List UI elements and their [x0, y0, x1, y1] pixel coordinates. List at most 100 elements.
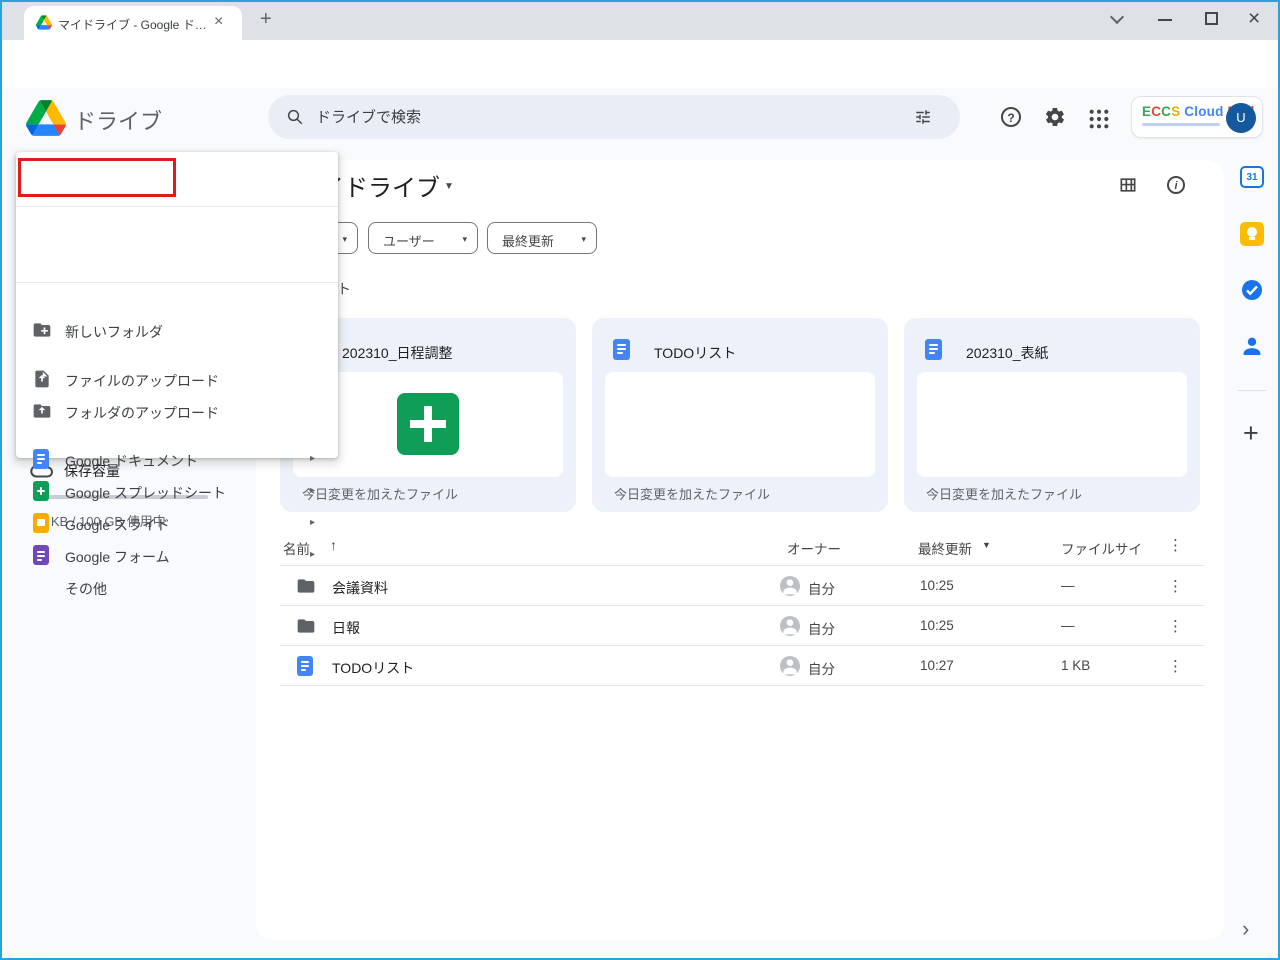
column-header-modified[interactable]: 最終更新: [918, 538, 972, 558]
apps-grid-icon[interactable]: [1088, 108, 1110, 130]
file-name: 会議資料: [332, 578, 388, 598]
chevron-down-icon: ▾: [462, 234, 467, 245]
contacts-icon[interactable]: [1240, 334, 1264, 358]
folder-icon: [296, 616, 316, 636]
chip-label: ユーザー: [383, 231, 435, 250]
drive-logo-icon[interactable]: [26, 100, 66, 136]
owner-avatar-icon: [780, 576, 800, 596]
keep-icon[interactable]: [1240, 222, 1264, 246]
column-header-name[interactable]: 名前: [283, 538, 310, 558]
browser-toolbar: drive.google.com/drive/my-drive U ⋮: [0, 40, 1280, 88]
menu-item-label: Google スプレッドシート: [65, 483, 226, 503]
folder-upload-icon: [32, 401, 52, 421]
info-icon[interactable]: i: [1167, 176, 1185, 194]
submenu-arrow-icon: ▸: [310, 517, 315, 528]
new-menu: 新しいフォルダ ファイルのアップロード フォルダのアップロード Google ド…: [16, 152, 338, 458]
card-footer: 今日変更を加えたファイル: [926, 484, 1082, 503]
tasks-icon[interactable]: [1240, 278, 1264, 302]
search-input[interactable]: [316, 105, 856, 129]
card-preview: [917, 372, 1187, 477]
drive-logo-text: ドライブ: [74, 104, 162, 136]
settings-gear-icon[interactable]: [1044, 106, 1066, 128]
suggested-card[interactable]: 202310_表紙 今日変更を加えたファイル: [904, 318, 1200, 512]
badge-letter: E: [1142, 104, 1151, 119]
sort-ascending-icon[interactable]: ↑: [330, 537, 337, 553]
file-size: —: [1061, 618, 1075, 633]
owner-name: 自分: [808, 578, 835, 598]
docs-file-icon: [613, 339, 630, 360]
owner-name: 自分: [808, 618, 835, 638]
menu-item-label: フォルダのアップロード: [65, 403, 219, 423]
sheets-thumbnail-icon: [397, 393, 459, 455]
annotation-highlight-box: [18, 158, 176, 197]
card-title: TODOリスト: [654, 343, 736, 363]
page-title-caret-icon[interactable]: ▼: [444, 181, 454, 192]
submenu-arrow-icon: ▸: [310, 485, 315, 496]
card-footer: 今日変更を加えたファイル: [614, 484, 770, 503]
row-kebab-icon[interactable]: ⋮: [1168, 617, 1183, 635]
owner-avatar-icon: [780, 656, 800, 676]
account-badge[interactable]: ECCS Cloud Mail U: [1131, 96, 1263, 138]
title-bar: マイドライブ - Google ドライブ × + ×: [0, 0, 1280, 40]
new-folder-icon: [32, 320, 52, 340]
file-upload-icon: [32, 369, 52, 389]
suggested-card[interactable]: TODOリスト 今日変更を加えたファイル: [592, 318, 888, 512]
badge-letter: S: [1171, 104, 1180, 119]
chevron-down-icon: ▾: [342, 234, 347, 245]
slides-icon: [33, 513, 49, 533]
tab-title: マイドライブ - Google ドライブ: [58, 16, 208, 33]
card-title: 202310_日程調整: [342, 343, 453, 363]
divider: [280, 685, 1204, 686]
expand-side-panel-chevron-icon[interactable]: ›: [1242, 916, 1249, 942]
file-name: TODOリスト: [332, 658, 414, 678]
drive-search-bar[interactable]: [268, 95, 960, 139]
docs-file-icon: [925, 339, 942, 360]
menu-item-label: その他: [65, 579, 107, 599]
modified-time: 10:27: [920, 658, 954, 673]
column-header-size[interactable]: ファイルサイ: [1061, 538, 1142, 558]
search-icon: [286, 108, 304, 126]
badge-letter: C: [1161, 104, 1171, 119]
submenu-arrow-icon: ▸: [310, 581, 315, 592]
filter-chip-modified[interactable]: 最終更新 ▾: [487, 222, 597, 254]
tab-close-icon[interactable]: ×: [214, 13, 223, 31]
search-options-icon[interactable]: [914, 108, 932, 126]
grid-view-toggle-icon[interactable]: [1118, 175, 1138, 195]
sort-descending-icon[interactable]: ▼: [982, 540, 991, 550]
tab-search-chevron-icon[interactable]: [1110, 10, 1124, 24]
owner-avatar-icon: [780, 616, 800, 636]
add-side-panel-app-button[interactable]: +: [1243, 418, 1259, 449]
account-avatar[interactable]: U: [1226, 103, 1256, 133]
modified-time: 10:25: [920, 618, 954, 633]
submenu-arrow-icon: ▸: [310, 549, 315, 560]
file-name: 日報: [332, 618, 360, 638]
submenu-arrow-icon: ▸: [310, 453, 315, 464]
window-minimize-button[interactable]: [1158, 19, 1172, 21]
filter-chip-people[interactable]: ユーザー ▾: [368, 222, 478, 254]
row-kebab-icon[interactable]: ⋮: [1168, 657, 1183, 675]
divider: [280, 605, 1204, 606]
row-kebab-icon[interactable]: ⋮: [1168, 577, 1183, 595]
file-size: 1 KB: [1061, 658, 1090, 673]
menu-item-label: Google フォーム: [65, 547, 170, 567]
badge-subtext-line: [1142, 123, 1220, 126]
menu-item-label: Google スライド: [65, 515, 170, 535]
divider: [1238, 390, 1266, 391]
menu-item-label: ファイルのアップロード: [65, 371, 219, 391]
table-options-kebab-icon[interactable]: ⋮: [1168, 536, 1183, 554]
divider: [16, 206, 338, 207]
chevron-down-icon: ▾: [581, 234, 586, 245]
drive-favicon-icon: [36, 15, 52, 30]
owner-name: 自分: [808, 658, 835, 678]
window-close-button[interactable]: ×: [1248, 7, 1260, 31]
browser-window: マイドライブ - Google ドライブ × + × drive.google.…: [0, 0, 1280, 960]
calendar-icon[interactable]: 31: [1240, 166, 1264, 188]
docs-icon: [33, 449, 49, 469]
column-header-owner[interactable]: オーナー: [787, 538, 841, 558]
browser-tab[interactable]: マイドライブ - Google ドライブ ×: [24, 6, 242, 40]
new-tab-button[interactable]: +: [260, 8, 272, 31]
file-size: —: [1061, 578, 1075, 593]
chip-label: 最終更新: [502, 231, 554, 250]
help-icon[interactable]: ?: [1001, 107, 1021, 127]
window-maximize-button[interactable]: [1205, 12, 1218, 25]
